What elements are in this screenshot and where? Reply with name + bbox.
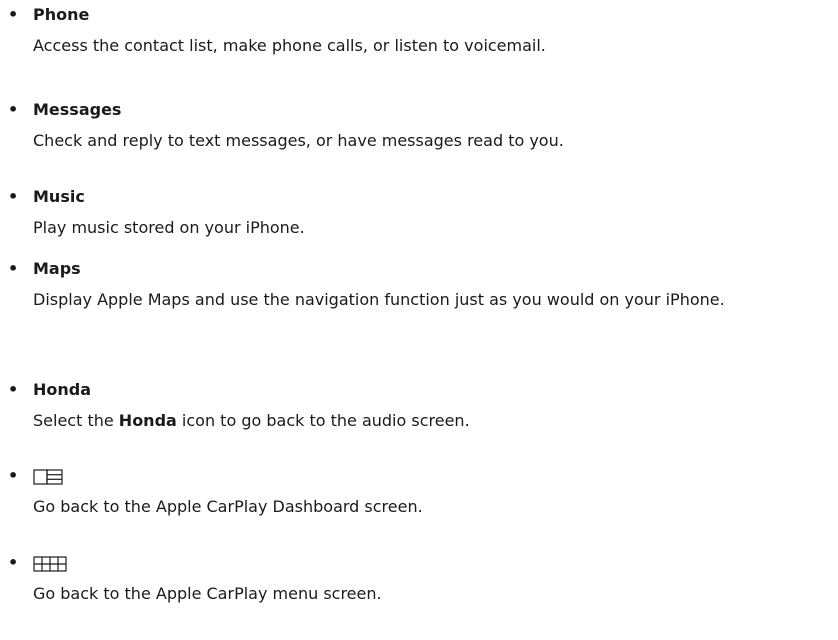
bullet: •: [8, 380, 19, 399]
desc-text-after: icon to go back to the audio screen.: [176, 411, 470, 430]
item-title: Phone: [33, 5, 90, 24]
item-description: Check and reply to text messages, or hav…: [33, 131, 564, 150]
bullet: •: [8, 466, 19, 485]
desc-text-before: Select the: [33, 411, 119, 430]
item-description: Play music stored on your iPhone.: [33, 218, 305, 237]
bullet: •: [8, 5, 19, 24]
item-description: Select the Honda icon to go back to the …: [33, 407, 833, 435]
desc-bold-honda: Honda: [118, 411, 177, 430]
item-description: Display Apple Maps and use the navigatio…: [33, 290, 725, 309]
item-title: Messages: [33, 100, 122, 119]
menu-grid-icon: [33, 556, 67, 572]
item-title: Honda: [33, 380, 92, 399]
item-description: Go back to the Apple CarPlay menu screen…: [33, 584, 382, 603]
bullet: •: [8, 187, 19, 206]
item-description: Access the contact list, make phone call…: [33, 36, 546, 55]
bullet: •: [8, 100, 19, 119]
item-description: Go back to the Apple CarPlay Dashboard s…: [33, 497, 423, 516]
dashboard-icon: [33, 469, 63, 485]
item-title: Maps: [33, 259, 81, 278]
item-title: Music: [33, 187, 85, 206]
bullet: •: [8, 259, 19, 278]
bullet: •: [8, 553, 19, 572]
